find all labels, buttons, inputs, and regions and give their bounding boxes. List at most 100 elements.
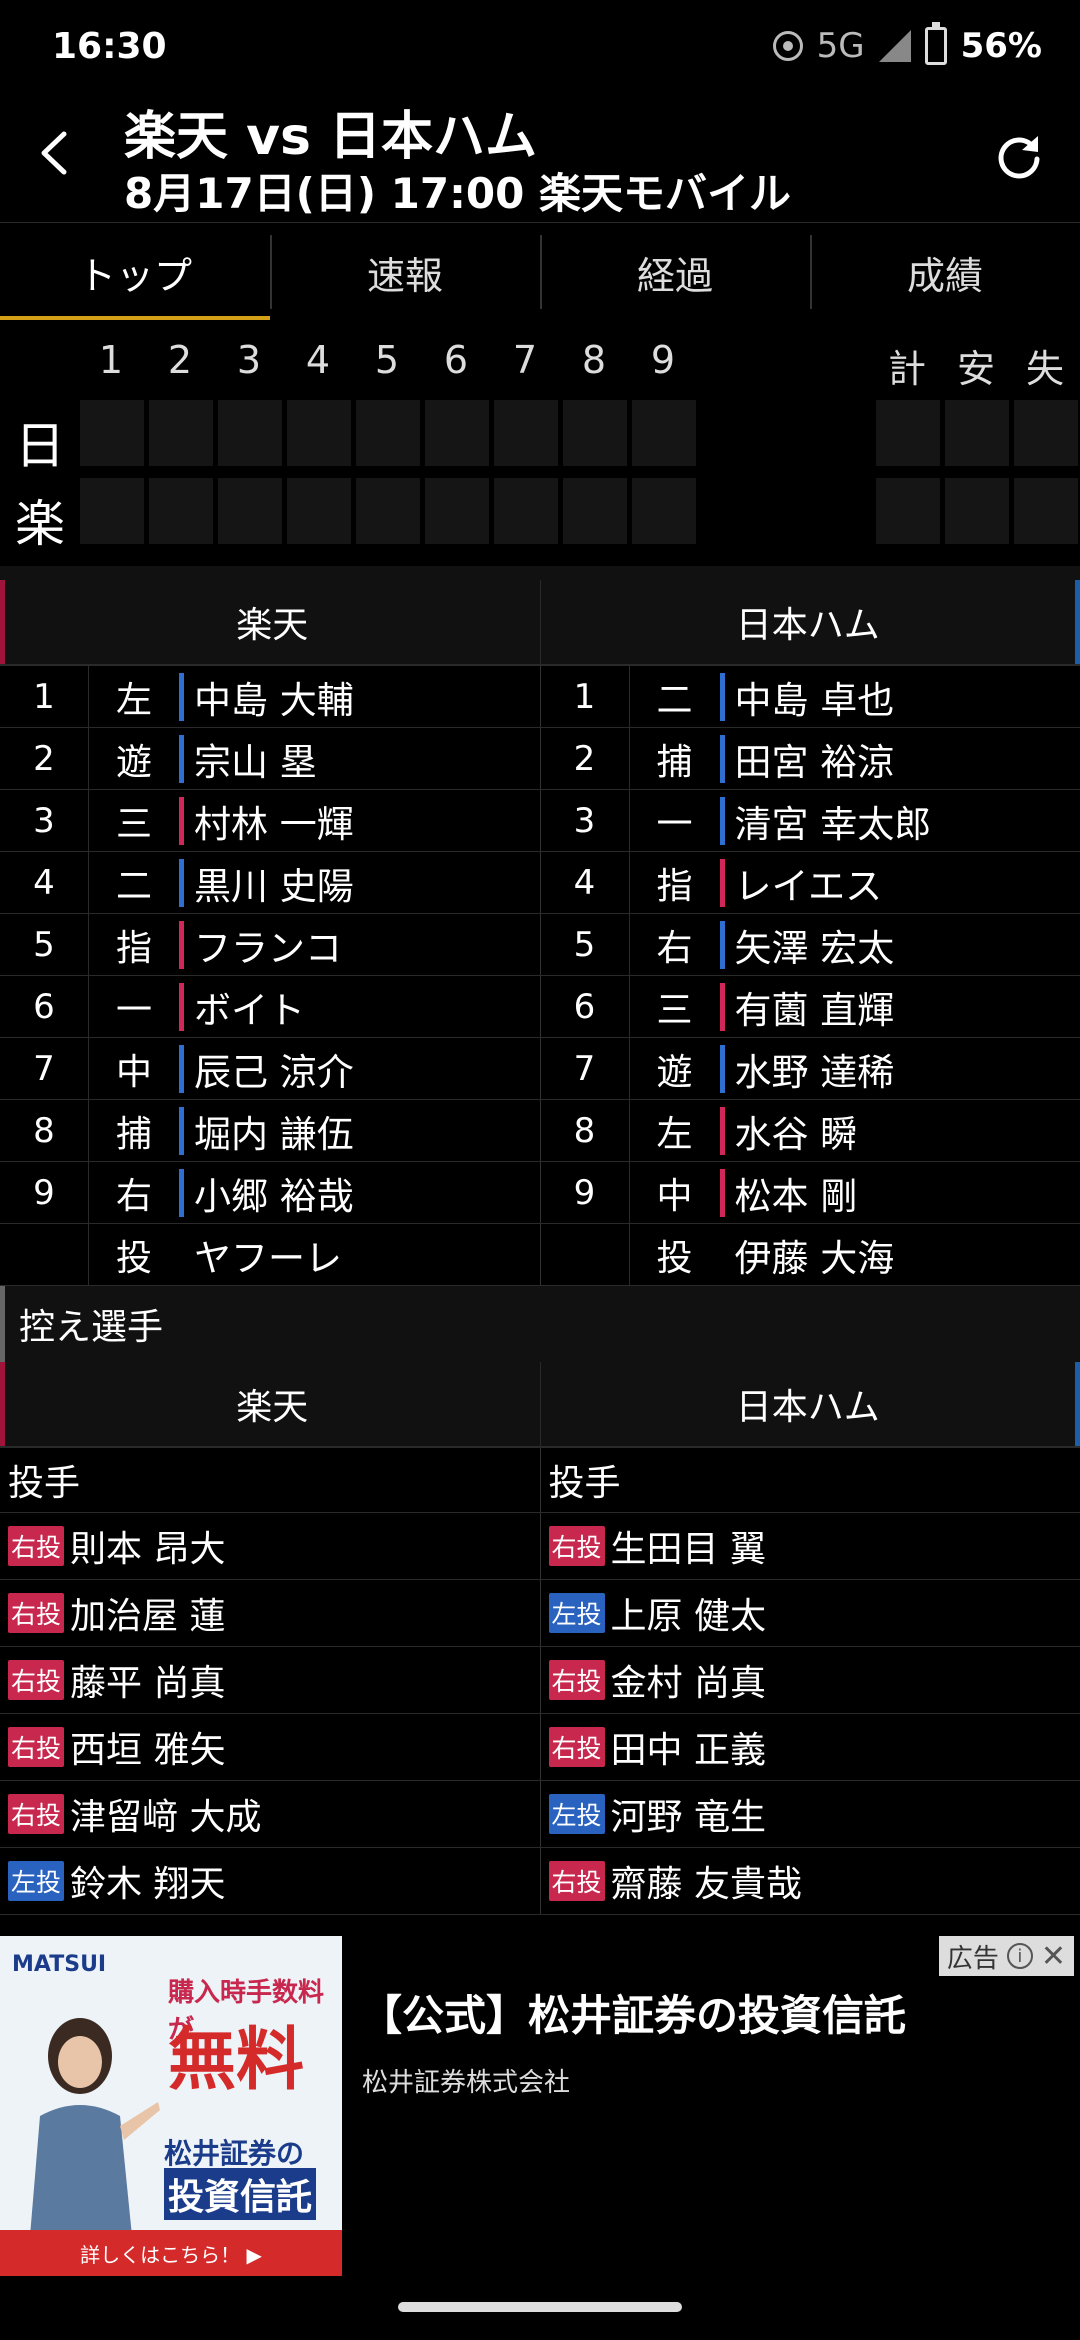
lineup-right-cell: 3 一清宮 幸太郎 <box>541 790 1080 851</box>
tab-progress[interactable]: 経過 <box>540 223 810 321</box>
bench-left-cell[interactable]: 右投 西垣 雅矢 <box>0 1714 541 1780</box>
player-name[interactable]: 中島 卓也 <box>719 672 894 722</box>
player-name[interactable]: 田中 正義 <box>611 1721 766 1773</box>
player-name[interactable]: 小郷 裕哉 <box>179 1168 354 1218</box>
batting-order: 5 <box>541 914 630 975</box>
bench-right-cell[interactable]: 左投 上原 健太 <box>541 1580 1080 1646</box>
lineup-left-team: 楽天 <box>0 580 541 664</box>
lineup-right-cell: 6 三有薗 直輝 <box>541 976 1080 1037</box>
refresh-icon[interactable] <box>994 132 1044 182</box>
player-name[interactable]: 水谷 瞬 <box>719 1106 857 1156</box>
ad-title[interactable]: 【公式】松井証券の投資信託 <box>360 1982 906 2043</box>
score-cell <box>149 478 213 544</box>
lineup-left-cell: 投ヤフーレ <box>0 1224 541 1285</box>
player-name[interactable]: 金村 尚真 <box>611 1654 766 1706</box>
player-name[interactable]: 津留﨑 大成 <box>70 1788 261 1840</box>
status-time: 16:30 <box>52 26 167 67</box>
field-position: 一 <box>656 803 693 845</box>
player-name[interactable]: 生田目 翼 <box>611 1520 766 1572</box>
player-name[interactable]: 河野 竜生 <box>611 1788 766 1840</box>
player-name[interactable]: 田宮 裕涼 <box>719 734 894 784</box>
throws-badge: 右投 <box>8 1794 65 1834</box>
home-indicator[interactable] <box>398 2302 682 2312</box>
score-cell <box>80 400 144 466</box>
batting-order: 4 <box>0 852 89 913</box>
player-name[interactable]: 村林 一輝 <box>179 796 354 846</box>
back-arrow-icon[interactable] <box>34 130 80 176</box>
player-name[interactable]: ヤフーレ <box>179 1231 342 1280</box>
bench-left-cell[interactable]: 右投 則本 昂大 <box>0 1513 541 1579</box>
field-position: 一 <box>115 989 152 1031</box>
lineup-right-cell: 9 中松本 剛 <box>541 1162 1080 1223</box>
player-name[interactable]: 齋藤 友貴哉 <box>611 1855 802 1907</box>
player-name[interactable]: 則本 昂大 <box>70 1520 225 1572</box>
status-bar: 16:30 5G 56% <box>0 0 1080 96</box>
bench-left-cell[interactable]: 右投 加治屋 蓮 <box>0 1580 541 1646</box>
battery-percent: 56% <box>960 26 1042 66</box>
player-name[interactable]: レイエス <box>719 858 882 908</box>
player-name[interactable]: 西垣 雅矢 <box>70 1721 225 1773</box>
player-name[interactable]: 鈴木 翔天 <box>70 1855 225 1907</box>
field-position: 遊 <box>115 741 152 783</box>
player-name[interactable]: 有薗 直輝 <box>719 982 894 1032</box>
player-name[interactable]: 辰己 涼介 <box>179 1044 354 1094</box>
lineup-team-header: 楽天 日本ハム <box>0 580 1080 666</box>
data-saver-icon <box>772 31 803 61</box>
field-position: 三 <box>115 803 152 845</box>
player-name[interactable]: 黒川 史陽 <box>179 858 354 908</box>
ad-label: 広告 i ✕ <box>938 1936 1074 1976</box>
close-icon[interactable]: ✕ <box>1041 1939 1066 1974</box>
home-team-label: 楽 <box>15 495 65 553</box>
info-icon[interactable]: i <box>1006 1943 1033 1969</box>
player-name[interactable]: 上原 健太 <box>611 1587 766 1639</box>
field-position: 指 <box>656 865 693 907</box>
bench-left-cell[interactable]: 右投 藤平 尚真 <box>0 1647 541 1713</box>
bench-left-cell[interactable]: 右投 津留﨑 大成 <box>0 1781 541 1847</box>
lineup-left-cell: 1 左中島 大輔 <box>0 666 541 727</box>
bench-right-cell[interactable]: 右投 田中 正義 <box>541 1714 1080 1780</box>
field-position: 三 <box>656 989 693 1031</box>
batting-order: 7 <box>0 1038 89 1099</box>
tab-top[interactable]: トップ <box>0 223 270 321</box>
score-cell <box>425 478 489 544</box>
batting-order: 6 <box>0 976 89 1037</box>
player-name[interactable]: ボイト <box>179 982 305 1032</box>
field-position: 中 <box>656 1175 693 1217</box>
score-cell <box>218 400 282 466</box>
ad-cta-button[interactable]: 詳しくはこちら！ ▶ <box>0 2230 342 2276</box>
bench-right-cell[interactable]: 右投 齋藤 友貴哉 <box>541 1848 1080 1914</box>
player-name[interactable]: 水野 達稀 <box>719 1044 894 1094</box>
ad-banner[interactable]: MATSUI 購入時手数料が 無料 松井証券の 投資信託 詳しくはこちら！ ▶ … <box>0 1936 1080 2282</box>
game-subtitle: 8月17日(日) 17:00 楽天モバイル <box>124 169 791 218</box>
bench-right-cell[interactable]: 右投 生田目 翼 <box>541 1513 1080 1579</box>
ad-image[interactable]: MATSUI 購入時手数料が 無料 松井証券の 投資信託 詳しくはこちら！ ▶ <box>0 1936 342 2276</box>
bench-right-cell[interactable]: 右投 金村 尚真 <box>541 1647 1080 1713</box>
player-name[interactable]: 松本 剛 <box>719 1168 857 1218</box>
batting-order: 3 <box>0 790 89 851</box>
lineup-row: 3 三村林 一輝 3 一清宮 幸太郎 <box>0 790 1080 852</box>
tab-live[interactable]: 速報 <box>270 223 540 321</box>
batting-order: 4 <box>541 852 630 913</box>
player-name[interactable]: 堀内 謙伍 <box>179 1106 354 1156</box>
player-name[interactable]: 中島 大輔 <box>179 672 354 722</box>
score-cell <box>356 478 420 544</box>
ad-advertiser: 松井証券株式会社 <box>362 2068 571 2098</box>
lineup-left-cell: 8 捕堀内 謙伍 <box>0 1100 541 1161</box>
player-name[interactable]: フランコ <box>179 920 342 970</box>
person-photo <box>30 2018 160 2236</box>
field-position: 投 <box>656 1237 693 1279</box>
lineup-right-cell: 7 遊水野 達稀 <box>541 1038 1080 1099</box>
player-name[interactable]: 加治屋 蓮 <box>70 1587 225 1639</box>
bench-left-cell[interactable]: 左投 鈴木 翔天 <box>0 1848 541 1914</box>
tab-stats[interactable]: 成績 <box>810 223 1080 321</box>
player-name[interactable]: 矢澤 宏太 <box>719 920 894 970</box>
bench-right-cell[interactable]: 左投 河野 竜生 <box>541 1781 1080 1847</box>
bench-section-header: 投手 投手 <box>0 1448 1080 1513</box>
player-name[interactable]: 宗山 塁 <box>179 734 317 784</box>
total-runs-header: 計 <box>887 347 926 391</box>
player-name[interactable]: 清宮 幸太郎 <box>719 796 931 846</box>
ad-tag-text: 広告 <box>946 1943 999 1974</box>
player-name[interactable]: 伊藤 大海 <box>720 1231 895 1280</box>
player-name[interactable]: 藤平 尚真 <box>70 1654 225 1706</box>
score-cell <box>425 400 489 466</box>
